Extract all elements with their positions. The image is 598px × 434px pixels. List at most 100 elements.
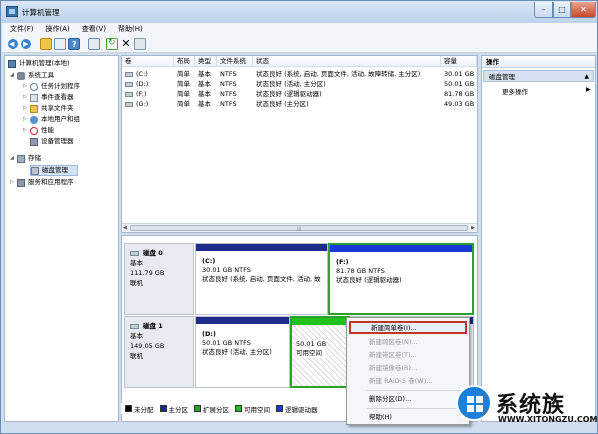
tree-item-local-users[interactable]: ▷ 本地用户和组 (23, 114, 80, 125)
column-status[interactable]: 状态 (253, 56, 441, 67)
volume-capacity: 50.01 GB (444, 80, 475, 88)
scrollbar-thumb[interactable]: ||| (130, 225, 468, 231)
tree-item-label: 计算机管理(本地) (19, 59, 70, 67)
actions-pane: 操作 磁盘管理 ▲ 更多操作 ▶ (481, 55, 596, 422)
volume-capacity: 81.78 GB (444, 90, 475, 98)
partition-d[interactable]: (D:) 50.01 GB NTFS 状态良好 (活动, 主分区) (195, 316, 290, 388)
expanded-arrow-icon[interactable]: ◢ (10, 153, 17, 164)
minimize-button[interactable]: – (534, 2, 553, 18)
volume-row[interactable]: (G:) 简单 基本 NTFS 状态良好 (主分区) 49.03 GB (122, 99, 477, 109)
volume-type: 基本 (198, 80, 211, 88)
volume-row[interactable]: (C:) 简单 基本 NTFS 状态良好 (系统, 启动, 页面文件, 活动, … (122, 69, 477, 79)
drive-icon (125, 81, 133, 87)
expanded-arrow-icon[interactable]: ◢ (10, 70, 17, 81)
collapsed-arrow-icon[interactable]: ▷ (23, 114, 30, 125)
menu-help[interactable]: 帮助(H) (349, 411, 467, 424)
collapsed-arrow-icon[interactable]: ▷ (23, 103, 30, 114)
menu-new-mirror-volume[interactable]: 新建镜像卷(R)... (349, 362, 467, 375)
tree-item-shared-folders[interactable]: ▷ 共享文件夹 (23, 103, 74, 114)
tree-item-label: 任务计划程序 (41, 82, 80, 90)
tree-item-device-manager[interactable]: 设备管理器 (30, 136, 74, 147)
tree-item-performance[interactable]: ▷ 性能 (23, 125, 54, 136)
volume-layout: 简单 (177, 100, 190, 108)
collapse-arrow-icon[interactable]: ▲ (584, 71, 589, 83)
drive-icon (125, 71, 133, 77)
volume-status: 状态良好 (系统, 启动, 页面文件, 活动, 故障转储, 主分区) (256, 70, 421, 78)
column-filesystem[interactable]: 文件系统 (217, 56, 253, 67)
navigation-tree: 计算机管理(本地) ◢ 系统工具 ▷ 任务计划程序 ▷ 事件查看器 ▷ 共享文件… (4, 55, 119, 422)
partition-c[interactable]: (C:) 30.01 GB NTFS 状态良好 (系统, 启动, 页面文件, 活… (195, 243, 328, 315)
volume-fs: NTFS (220, 80, 237, 88)
menu-file[interactable]: 文件(F) (10, 23, 34, 36)
volume-layout: 简单 (177, 90, 190, 98)
back-arrow-icon[interactable] (7, 38, 19, 50)
volume-row[interactable]: (F:) 简单 基本 NTFS 状态良好 (逻辑驱动器) 81.78 GB (122, 89, 477, 99)
submenu-arrow-icon[interactable]: ▶ (586, 86, 591, 93)
help-icon[interactable] (68, 38, 80, 50)
legend-swatch (159, 405, 167, 412)
menu-delete-partition[interactable]: 删除分区(D)... (349, 393, 467, 406)
windows-logo-icon (456, 385, 492, 421)
menu-view[interactable]: 查看(V) (82, 23, 106, 36)
refresh-icon[interactable] (106, 38, 118, 50)
column-volume[interactable]: 卷 (122, 56, 174, 67)
collapsed-arrow-icon[interactable]: ▷ (23, 81, 30, 92)
computer-management-icon (6, 6, 18, 17)
partition-f[interactable]: (F:) 81.78 GB NTFS 状态良好 (逻辑驱动器) (328, 243, 474, 315)
tree-item-task-scheduler[interactable]: ▷ 任务计划程序 (23, 81, 80, 92)
scroll-right-icon[interactable]: ▶ (471, 225, 475, 231)
volume-fs: NTFS (220, 70, 237, 78)
more-actions-link[interactable]: 更多操作 (502, 86, 528, 96)
show-hide-pane-icon[interactable] (88, 38, 100, 50)
disk-1-label[interactable]: 磁盘 1 基本 149.05 GB 联机 (124, 316, 194, 388)
tree-item-disk-management[interactable]: 磁盘管理 (31, 165, 68, 176)
tree-item-label: 系统工具 (28, 71, 54, 79)
disk-state: 联机 (130, 352, 143, 360)
menu-action[interactable]: 操作(A) (46, 23, 70, 36)
disk-size: 149.05 GB (130, 342, 165, 350)
disk-state: 联机 (130, 279, 143, 287)
column-layout[interactable]: 布局 (174, 56, 195, 67)
close-button[interactable]: ✕ (571, 2, 596, 18)
scroll-left-icon[interactable]: ◀ (123, 225, 127, 231)
properties-icon[interactable] (54, 38, 66, 50)
volume-type: 基本 (198, 70, 211, 78)
tree-item-system-tools[interactable]: ◢ 系统工具 (10, 70, 54, 81)
delete-icon[interactable]: ✕ (120, 38, 132, 50)
legend-label: 扩展分区 (203, 405, 229, 414)
column-capacity[interactable]: 容量 (441, 56, 477, 67)
tree-item-label: 本地用户和组 (41, 115, 80, 123)
tree-item-root[interactable]: 计算机管理(本地) (8, 58, 70, 69)
disk-0-label[interactable]: 磁盘 0 基本 111.79 GB 联机 (124, 243, 194, 315)
maximize-button[interactable]: □ (553, 2, 571, 18)
disk-type: 基本 (130, 259, 143, 267)
tree-item-event-viewer[interactable]: ▷ 事件查看器 (23, 92, 74, 103)
legend-label: 主分区 (168, 405, 189, 414)
menu-new-raid5-volume[interactable]: 新建 RAID-5 卷(W)... (349, 375, 467, 388)
volume-name: (F:) (136, 90, 147, 98)
check-disk-icon[interactable] (134, 38, 146, 50)
collapsed-arrow-icon[interactable]: ▷ (23, 125, 30, 136)
menu-new-simple-volume[interactable]: 新建简单卷(I)... (349, 321, 467, 334)
free-space-partition[interactable]: 50.01 GB 可用空间 (290, 316, 350, 388)
menu-help[interactable]: 帮助(H) (118, 23, 143, 36)
volume-row[interactable]: (D:) 简单 基本 NTFS 状态良好 (活动, 主分区) 50.01 GB (122, 79, 477, 89)
actions-section-disk-management[interactable]: 磁盘管理 ▲ (483, 70, 594, 82)
watermark-url: WWW.XITONGZU.COM (498, 415, 598, 424)
drive-icon (125, 101, 133, 107)
tree-item-label: 磁盘管理 (42, 166, 68, 174)
menu-new-striped-volume[interactable]: 新建带区卷(T)... (349, 349, 467, 362)
primary-partition-bar (196, 317, 289, 324)
tree-item-services[interactable]: ▷ 服务和应用程序 (10, 177, 74, 188)
folder-icon[interactable] (40, 38, 52, 50)
horizontal-scrollbar[interactable]: ◀ ||| ▶ (122, 223, 477, 232)
computer-icon (8, 59, 16, 68)
partition-status: 状态良好 (逻辑驱动器) (336, 276, 402, 284)
forward-arrow-icon[interactable] (20, 38, 32, 50)
tree-item-storage[interactable]: ◢ 存储 (10, 153, 41, 164)
collapsed-arrow-icon[interactable]: ▷ (23, 92, 30, 103)
partition-size: 50.01 GB (296, 340, 327, 348)
menu-new-spanned-volume[interactable]: 新建跨区卷(N)... (349, 336, 467, 349)
column-type[interactable]: 类型 (195, 56, 217, 67)
collapsed-arrow-icon[interactable]: ▷ (10, 177, 17, 188)
